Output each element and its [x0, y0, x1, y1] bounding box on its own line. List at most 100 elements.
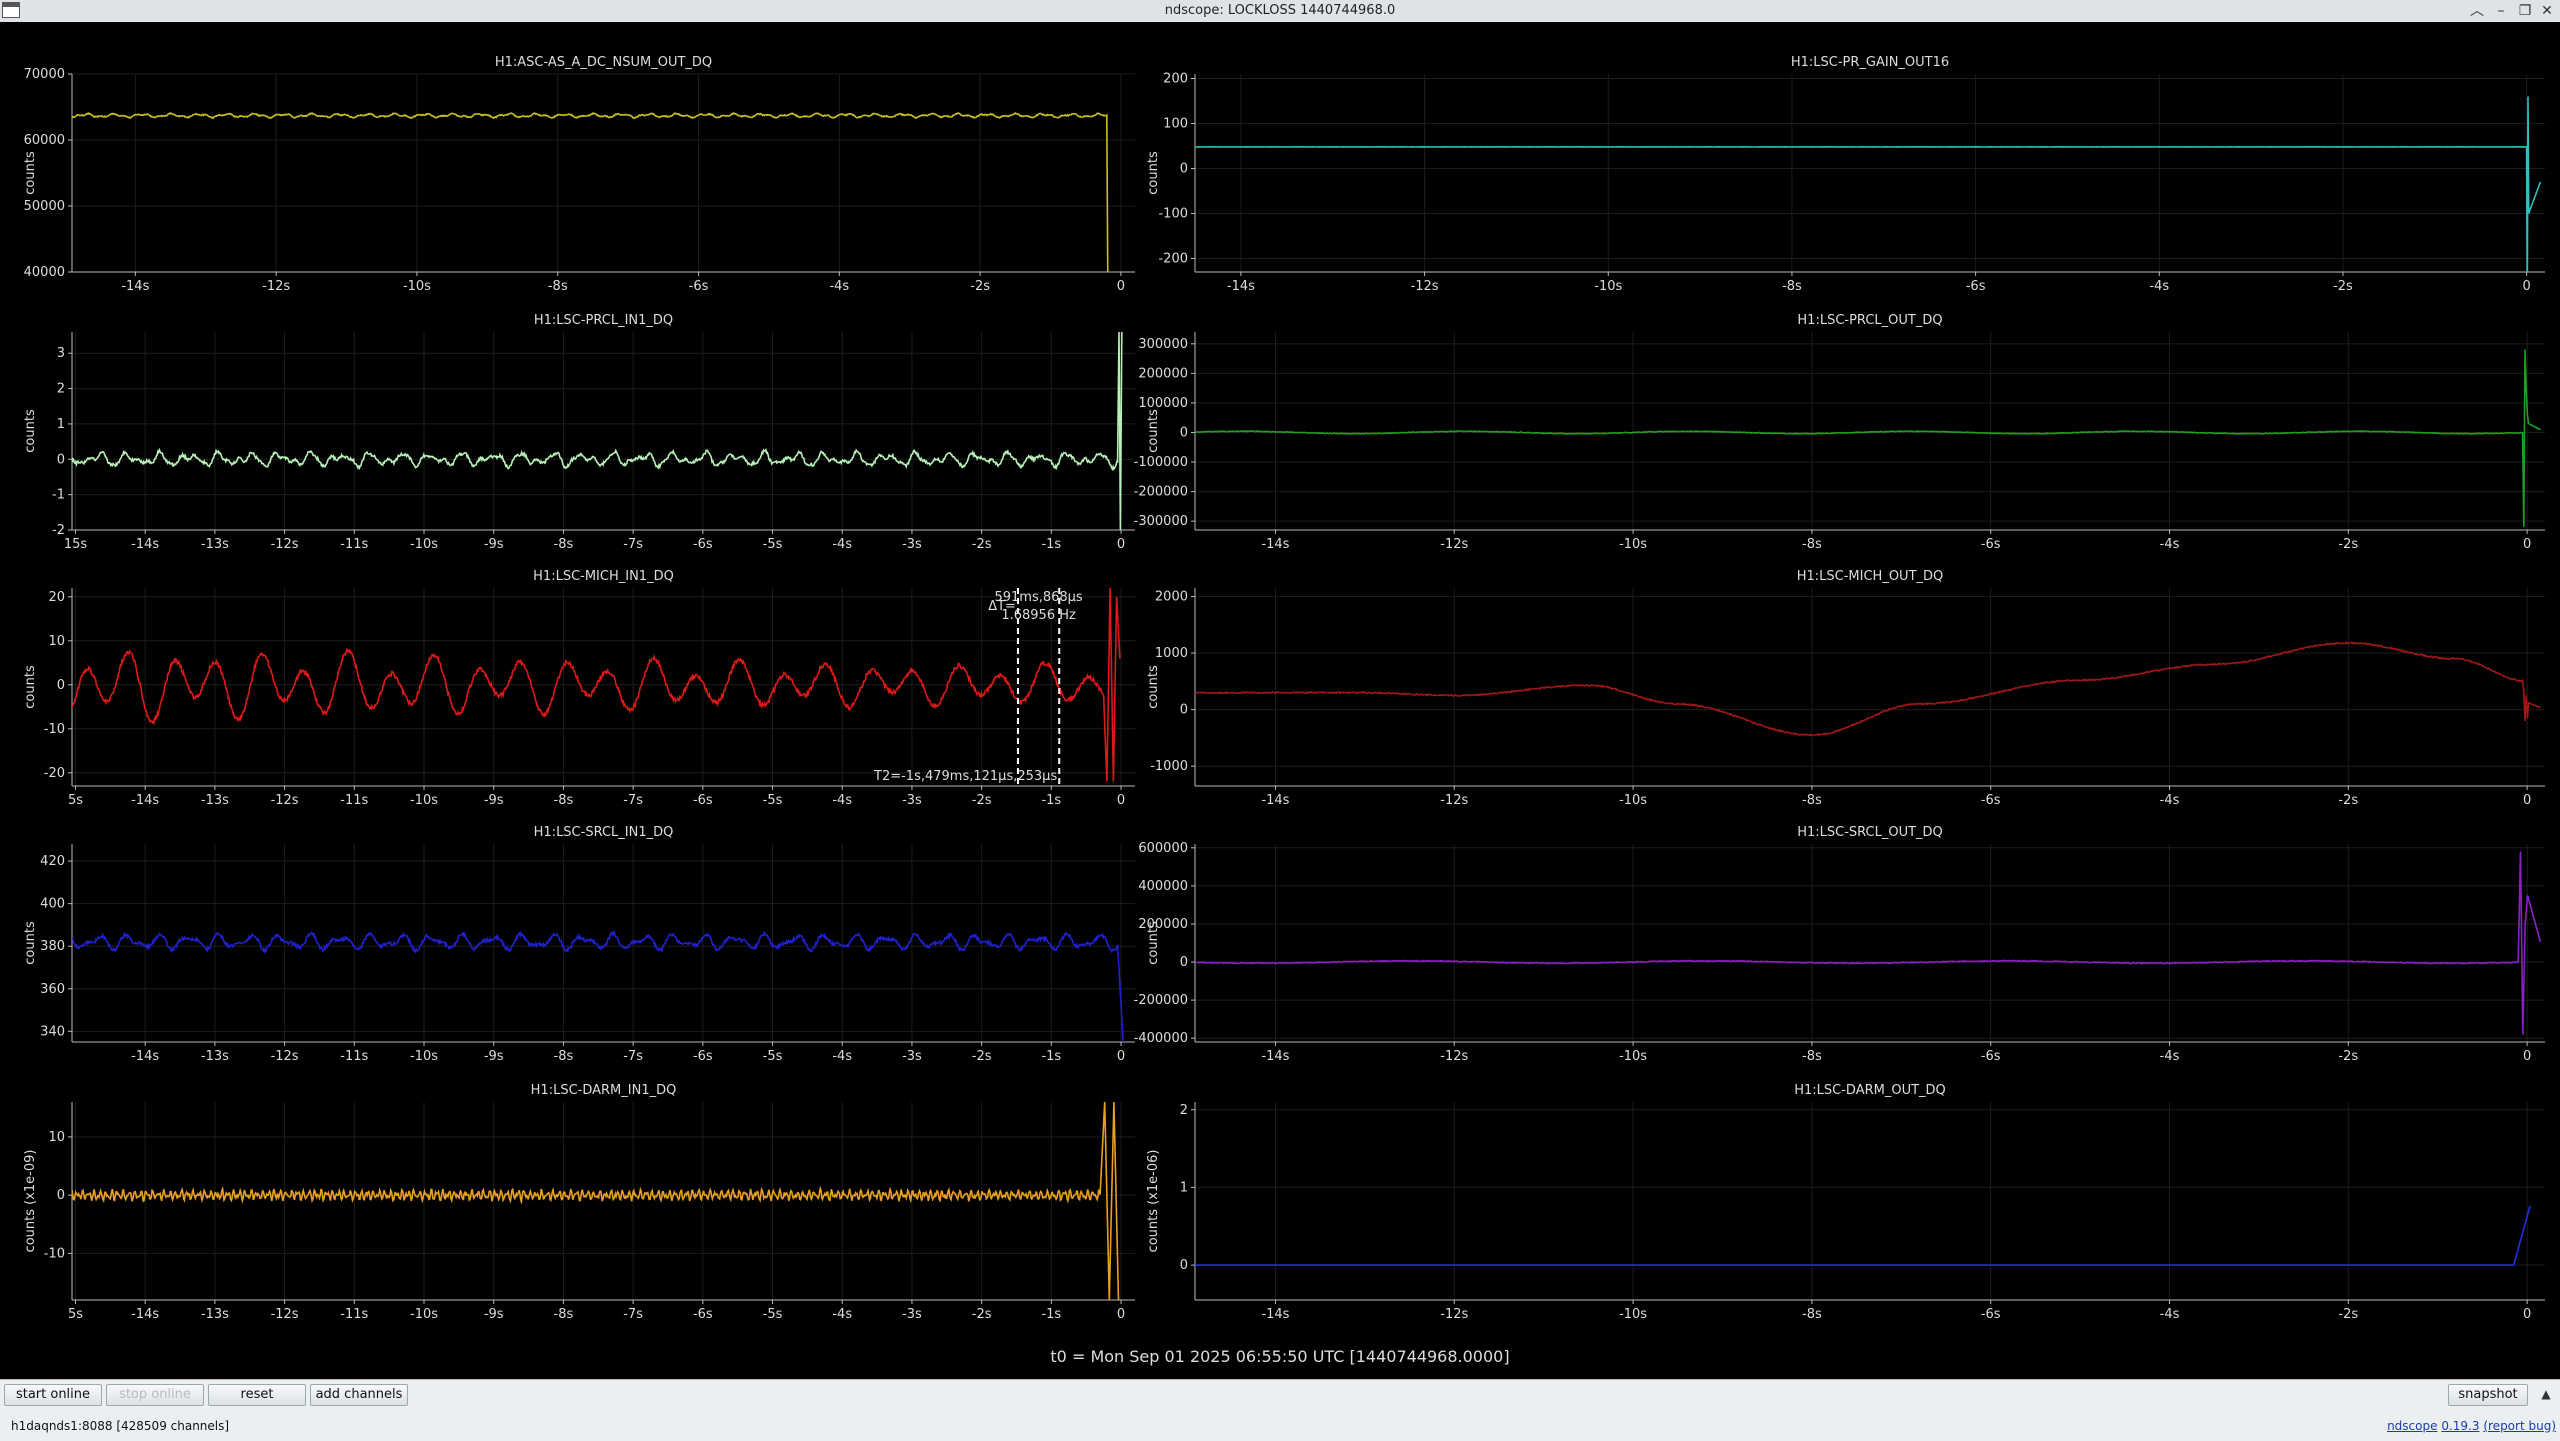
- x-tick-label: 0: [2522, 279, 2530, 294]
- y-tick-label: -400000: [1134, 1031, 1188, 1046]
- y-tick-label: 3: [57, 346, 65, 361]
- x-tick-label: -10s: [1594, 279, 1622, 294]
- plot-title: H1:LSC-SRCL_OUT_DQ: [1797, 825, 1943, 840]
- x-tick-label: -1s: [1041, 537, 1061, 552]
- x-tick-label: 15s: [64, 537, 88, 552]
- y-tick-label: 0: [57, 452, 65, 467]
- x-tick-label: -11s: [340, 537, 368, 552]
- x-tick-label: -6s: [693, 1049, 713, 1064]
- x-tick-label: -14s: [131, 793, 159, 808]
- x-tick-label: -13s: [201, 793, 229, 808]
- y-tick-label: 20: [48, 590, 65, 605]
- y-tick-label: 10: [48, 1130, 65, 1145]
- plot-panel: H1:LSC-PRCL_IN1_DQ15s -14s -13s -12s -11s -10…: [23, 313, 1135, 552]
- x-tick-label: 0: [2523, 793, 2531, 808]
- y-tick-label: -10: [44, 1246, 65, 1261]
- x-tick-label: -2s: [972, 1049, 992, 1064]
- y-axis-label: counts: [23, 921, 38, 965]
- y-tick-label: 1: [57, 417, 65, 432]
- x-tick-label: -12s: [271, 537, 299, 552]
- x-tick-label: -12s: [1440, 1049, 1468, 1064]
- x-tick-label: -1s: [1041, 1307, 1061, 1322]
- trace-line: [72, 111, 1109, 272]
- x-tick-label: -6s: [693, 537, 713, 552]
- x-tick-label: -13s: [201, 537, 229, 552]
- x-tick-label: -14s: [1261, 793, 1289, 808]
- x-tick-label: -6s: [689, 279, 709, 294]
- x-tick-label: -6s: [1981, 793, 2001, 808]
- report-bug-link[interactable]: (report bug): [2483, 1419, 2556, 1433]
- x-tick-label: 5s: [68, 1307, 83, 1322]
- y-tick-label: 70000: [24, 67, 65, 82]
- y-axis-label: counts: [1146, 665, 1161, 709]
- y-tick-label: 380: [40, 939, 65, 954]
- bottom-toolbar: start online stop online reset add chann…: [0, 1379, 2560, 1441]
- x-tick-label: -7s: [623, 1307, 643, 1322]
- triangle-up-icon[interactable]: ▲: [2538, 1386, 2554, 1402]
- plot-panel: H1:LSC-SRCL_OUT_DQ -14s -12s -10s -8s -6s -4s -…: [1134, 825, 2545, 1064]
- minimize-icon[interactable]: –: [2490, 1, 2512, 21]
- x-tick-label: -4s: [832, 537, 852, 552]
- window-title: ndscope: LOCKLOSS 1440744968.0: [1164, 3, 1396, 18]
- x-tick-label: -8s: [1782, 279, 1802, 294]
- reset-button[interactable]: reset: [208, 1384, 306, 1406]
- plot-panel: H1:LSC-PR_GAIN_OUT16 -14s -12s -10s -8s -6s -4…: [1146, 55, 2545, 294]
- y-axis-label: counts (x1e-06): [1146, 1150, 1161, 1253]
- x-tick-label: -10s: [1619, 537, 1647, 552]
- x-tick-label: -12s: [1440, 537, 1468, 552]
- plot-area[interactable]: H1:ASC-AS_A_DC_NSUM_OUT_DQ -14s -12s -10s -8…: [0, 22, 2560, 1379]
- y-tick-label: 1000: [1155, 646, 1188, 661]
- snapshot-button[interactable]: snapshot: [2448, 1384, 2528, 1406]
- x-tick-label: -7s: [623, 793, 643, 808]
- x-tick-label: -14s: [1261, 1049, 1289, 1064]
- y-tick-label: 1: [1180, 1180, 1188, 1195]
- x-tick-label: -2s: [972, 793, 992, 808]
- y-tick-label: 360: [40, 982, 65, 997]
- y-tick-label: -300000: [1134, 514, 1188, 529]
- x-tick-label: -6s: [1966, 279, 1986, 294]
- start-online-button[interactable]: start online: [4, 1384, 102, 1406]
- plot-title: H1:LSC-MICH_OUT_DQ: [1797, 569, 1944, 584]
- y-tick-label: 0: [1180, 1258, 1188, 1273]
- y-tick-label: 300000: [1138, 337, 1188, 352]
- x-tick-label: -6s: [693, 1307, 713, 1322]
- close-icon[interactable]: ✕: [2536, 1, 2558, 21]
- stop-online-button[interactable]: stop online: [106, 1384, 204, 1406]
- x-tick-label: -8s: [554, 793, 574, 808]
- x-tick-label: -10s: [1619, 1307, 1647, 1322]
- y-tick-label: 0: [1180, 955, 1188, 970]
- plot-panel: H1:LSC-DARM_IN1_DQ 5s -14s -13s -12s -11s -10s…: [23, 1083, 1135, 1322]
- x-tick-label: -1s: [1041, 1049, 1061, 1064]
- y-axis-label: counts: [23, 665, 38, 709]
- x-tick-label: -6s: [1981, 1307, 2001, 1322]
- x-tick-label: 0: [2523, 1049, 2531, 1064]
- x-tick-label: -6s: [1981, 1049, 2001, 1064]
- y-tick-label: -200000: [1134, 485, 1188, 500]
- x-tick-label: -13s: [201, 1049, 229, 1064]
- trace-line: [72, 929, 1124, 1042]
- x-tick-label: -4s: [829, 279, 849, 294]
- x-tick-label: -12s: [271, 793, 299, 808]
- x-tick-label: -9s: [484, 1049, 504, 1064]
- version-link[interactable]: 0.19.3: [2441, 1419, 2479, 1433]
- x-tick-label: 0: [1117, 1307, 1125, 1322]
- time-reference-label: t0 = Mon Sep 01 2025 06:55:50 UTC [14407…: [1050, 1347, 1509, 1366]
- app-name-link[interactable]: ndscope: [2387, 1419, 2437, 1433]
- add-channels-button[interactable]: add channels: [310, 1384, 408, 1406]
- x-tick-label: -10s: [1619, 1049, 1647, 1064]
- x-tick-label: -12s: [1440, 1307, 1468, 1322]
- maximize-icon[interactable]: ❐: [2514, 1, 2536, 21]
- x-tick-label: -10s: [410, 1307, 438, 1322]
- y-tick-label: 2: [1180, 1103, 1188, 1118]
- x-tick-label: -11s: [340, 793, 368, 808]
- plot-title: H1:LSC-PR_GAIN_OUT16: [1791, 55, 1949, 70]
- server-status: h1daqnds1:8088 [428509 channels]: [11, 1419, 230, 1433]
- x-tick-label: -12s: [271, 1049, 299, 1064]
- y-tick-label: 2: [57, 382, 65, 397]
- x-tick-label: -8s: [548, 279, 568, 294]
- x-tick-label: -8s: [554, 537, 574, 552]
- x-tick-label: -14s: [1261, 1307, 1289, 1322]
- x-tick-label: -2s: [2333, 279, 2353, 294]
- plot-grid[interactable]: H1:ASC-AS_A_DC_NSUM_OUT_DQ -14s -12s -10s -8…: [0, 22, 2560, 1379]
- chevron-up-icon[interactable]: ︿: [2466, 1, 2488, 21]
